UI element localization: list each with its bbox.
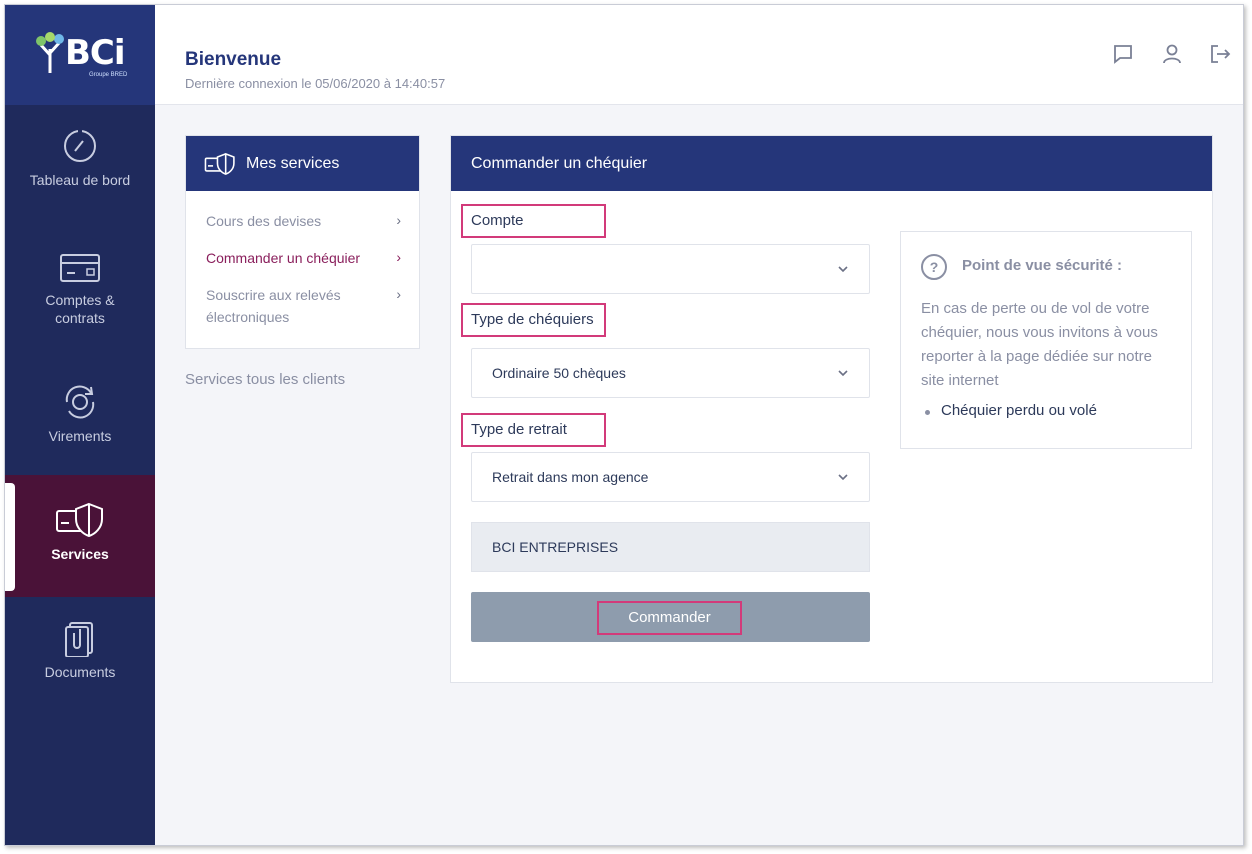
services-menu-card: Mes services Cours des devises › Command…	[185, 135, 420, 349]
chevron-down-icon	[838, 370, 848, 377]
question-icon: ?	[921, 254, 947, 280]
services-link-label: Souscrire aux relevés électroniques	[206, 287, 341, 325]
chevron-right-icon: ›	[396, 212, 401, 228]
type-retrait-value: Retrait dans mon agence	[492, 469, 649, 485]
type-chequiers-label: Type de chéquiers	[461, 303, 606, 337]
sidebar-item-services[interactable]: Services	[5, 475, 155, 597]
sidebar-item-label: Services	[51, 546, 109, 562]
chevron-right-icon: ›	[396, 249, 401, 265]
user-icon[interactable]	[1161, 43, 1183, 65]
sidebar-item-tableau-de-bord[interactable]: Tableau de bord	[5, 127, 155, 227]
sidebar-item-comptes[interactable]: Comptes & contrats	[5, 247, 155, 347]
services-shield-icon	[56, 502, 103, 538]
services-link-label: Cours des devises	[206, 213, 322, 229]
services-all-clients-link[interactable]: Services tous les clients	[185, 371, 345, 388]
gauge-icon	[64, 129, 96, 162]
commander-button-label: Commander	[597, 601, 742, 635]
logo[interactable]: BCi Groupe BRED	[5, 5, 155, 105]
chevron-right-icon: ›	[396, 286, 401, 302]
services-shield-icon	[204, 152, 235, 175]
lost-checkbook-link[interactable]: Chéquier perdu ou volé	[941, 402, 1097, 419]
active-indicator	[5, 483, 15, 591]
sidebar-item-label: Tableau de bord	[29, 172, 131, 188]
chevron-down-icon	[838, 266, 848, 273]
commander-button[interactable]: Commander	[471, 592, 870, 642]
services-menu-header: Mes services	[186, 136, 419, 191]
services-link-commander-chequier[interactable]: Commander un chéquier	[206, 247, 406, 269]
services-menu-title: Mes services	[246, 154, 340, 172]
documents-clip-icon	[65, 622, 93, 657]
card-icon	[60, 254, 100, 282]
chat-icon[interactable]	[1112, 43, 1134, 65]
type-chequiers-value: Ordinaire 50 chèques	[492, 365, 626, 381]
agency-field: BCI ENTREPRISES	[471, 522, 870, 572]
app-window: BCi Groupe BRED Tableau de bord Comptes …	[4, 4, 1244, 846]
tree-logo-icon	[36, 32, 64, 73]
compte-select[interactable]	[471, 244, 870, 294]
type-retrait-select[interactable]: Retrait dans mon agence	[471, 452, 870, 502]
services-link-releves[interactable]: Souscrire aux relevés électroniques	[206, 284, 376, 328]
header: Bienvenue Dernière connexion le 05/06/20…	[155, 5, 1243, 105]
type-retrait-label: Type de retrait	[461, 413, 606, 447]
sidebar-item-virements[interactable]: Virements	[5, 383, 155, 483]
compte-label: Compte	[461, 204, 606, 238]
security-tip-text: En cas de perte ou de vol de votre chéqu…	[921, 300, 1158, 389]
sidebar-item-label: Virements	[48, 428, 112, 444]
sidebar-item-label: Comptes & contrats	[45, 292, 115, 326]
last-login-text: Dernière connexion le 05/06/2020 à 14:40…	[185, 76, 446, 91]
sidebar-item-label: Documents	[44, 664, 116, 680]
services-link-cours-devises[interactable]: Cours des devises	[206, 210, 406, 232]
type-chequiers-select[interactable]: Ordinaire 50 chèques	[471, 348, 870, 398]
bullet-icon	[925, 410, 930, 415]
services-link-label: Commander un chéquier	[206, 250, 361, 266]
sidebar: BCi Groupe BRED Tableau de bord Comptes …	[5, 5, 155, 845]
security-tip-title: Point de vue sécurité :	[962, 257, 1123, 274]
logo-subtitle: Groupe BRED	[89, 72, 128, 78]
page-title: Bienvenue	[185, 49, 282, 70]
transfer-icon	[65, 385, 95, 419]
chevron-down-icon	[838, 474, 848, 481]
order-checkbook-card: Commander un chéquier Compte Type de ché…	[450, 135, 1213, 683]
security-tip-panel: ? Point de vue sécurité : En cas de pert…	[900, 231, 1192, 449]
form-title: Commander un chéquier	[451, 136, 1212, 191]
logout-icon[interactable]	[1209, 43, 1231, 65]
sidebar-item-documents[interactable]: Documents	[5, 619, 155, 719]
logo-text: BCi	[65, 33, 126, 73]
